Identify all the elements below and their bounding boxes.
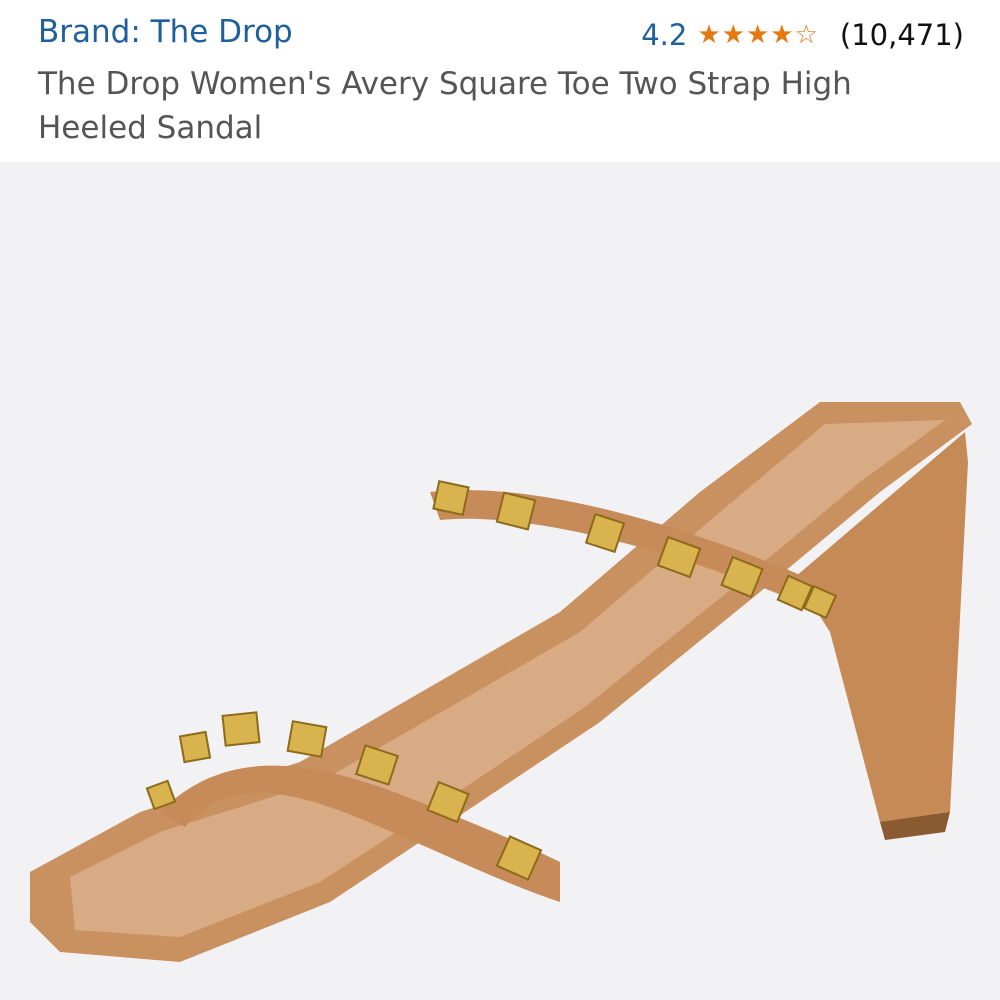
product-title: The Drop Women's Avery Square Toe Two St… [38, 66, 852, 146]
star-full-icon: ★ [745, 20, 770, 50]
star-rating: ★ ★ ★ ★ ☆ [697, 22, 818, 48]
rating-value: 4.2 [641, 18, 688, 52]
rating-summary[interactable]: 4.2 ★ ★ ★ ★ ☆ (10,471) [641, 18, 964, 52]
product-image[interactable] [0, 162, 1000, 1000]
star-full-icon: ★ [697, 20, 721, 50]
review-count[interactable]: (10,471) [840, 18, 964, 52]
star-empty-icon: ☆ [794, 20, 818, 50]
star-full-icon: ★ [770, 20, 794, 50]
sandal-image [30, 402, 972, 962]
product-header: Brand: The Drop 4.2 ★ ★ ★ ★ ☆ (10,471) T… [0, 0, 1000, 162]
star-full-icon: ★ [721, 20, 745, 50]
brand-link[interactable]: Brand: The Drop [38, 14, 293, 50]
